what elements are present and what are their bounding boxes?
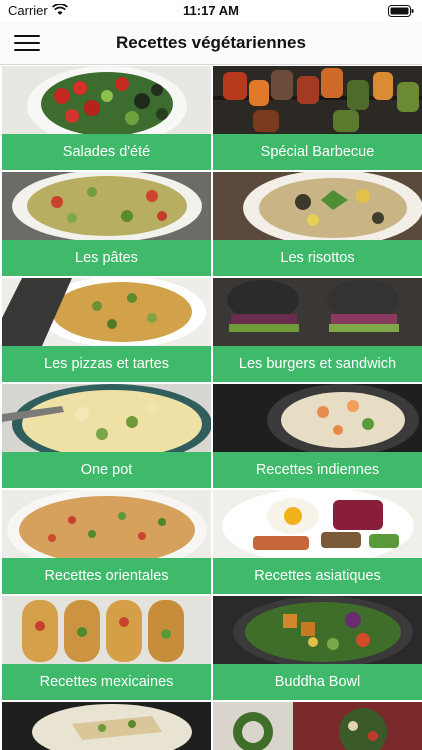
category-photo [2, 172, 211, 240]
category-label: Buddha Bowl [213, 664, 422, 700]
category-tile-salades[interactable]: Salades d'été [2, 66, 211, 170]
category-tile-one-pot[interactable]: One pot [2, 384, 211, 488]
status-bar: Carrier 11:17 AM [0, 0, 422, 22]
category-photo [2, 66, 211, 134]
category-label: One pot [2, 452, 211, 488]
category-tile-burgers[interactable]: Les burgers et sandwich [213, 278, 422, 382]
category-label: Recettes orientales [2, 558, 211, 594]
category-photo [213, 278, 422, 346]
category-photo [213, 702, 422, 750]
category-tile-buddha-bowl[interactable]: Buddha Bowl [213, 596, 422, 700]
category-tile-partial-right[interactable] [213, 702, 422, 750]
category-photo [213, 172, 422, 240]
category-photo [213, 384, 422, 452]
category-photo [213, 596, 422, 664]
category-photo [2, 596, 211, 664]
category-tile-asiatiques[interactable]: Recettes asiatiques [213, 490, 422, 594]
category-label: Recettes asiatiques [213, 558, 422, 594]
category-tile-pizzas[interactable]: Les pizzas et tartes [2, 278, 211, 382]
category-photo [2, 702, 211, 750]
category-tile-indiennes[interactable]: Recettes indiennes [213, 384, 422, 488]
category-photo [213, 66, 422, 134]
category-label: Les burgers et sandwich [213, 346, 422, 382]
category-tile-barbecue[interactable]: Spécial Barbecue [213, 66, 422, 170]
category-tile-mexicaines[interactable]: Recettes mexicaines [2, 596, 211, 700]
category-photo [2, 490, 211, 558]
category-photo [2, 384, 211, 452]
battery-icon [388, 5, 414, 17]
category-label: Spécial Barbecue [213, 134, 422, 170]
page-title: Recettes végétariennes [116, 33, 306, 52]
category-label: Les pâtes [2, 240, 211, 276]
clock-time: 11:17 AM [183, 3, 239, 18]
category-tile-risottos[interactable]: Les risottos [213, 172, 422, 276]
category-tile-pates[interactable]: Les pâtes [2, 172, 211, 276]
category-label: Les risottos [213, 240, 422, 276]
category-tile-orientales[interactable]: Recettes orientales [2, 490, 211, 594]
category-label: Recettes mexicaines [2, 664, 211, 700]
category-label: Les pizzas et tartes [2, 346, 211, 382]
category-label: Recettes indiennes [213, 452, 422, 488]
category-photo [2, 278, 211, 346]
category-label: Salades d'été [2, 134, 211, 170]
category-photo [213, 490, 422, 558]
navigation-bar: Recettes végétariennes [0, 22, 422, 65]
category-tile-partial-left[interactable] [2, 702, 211, 750]
